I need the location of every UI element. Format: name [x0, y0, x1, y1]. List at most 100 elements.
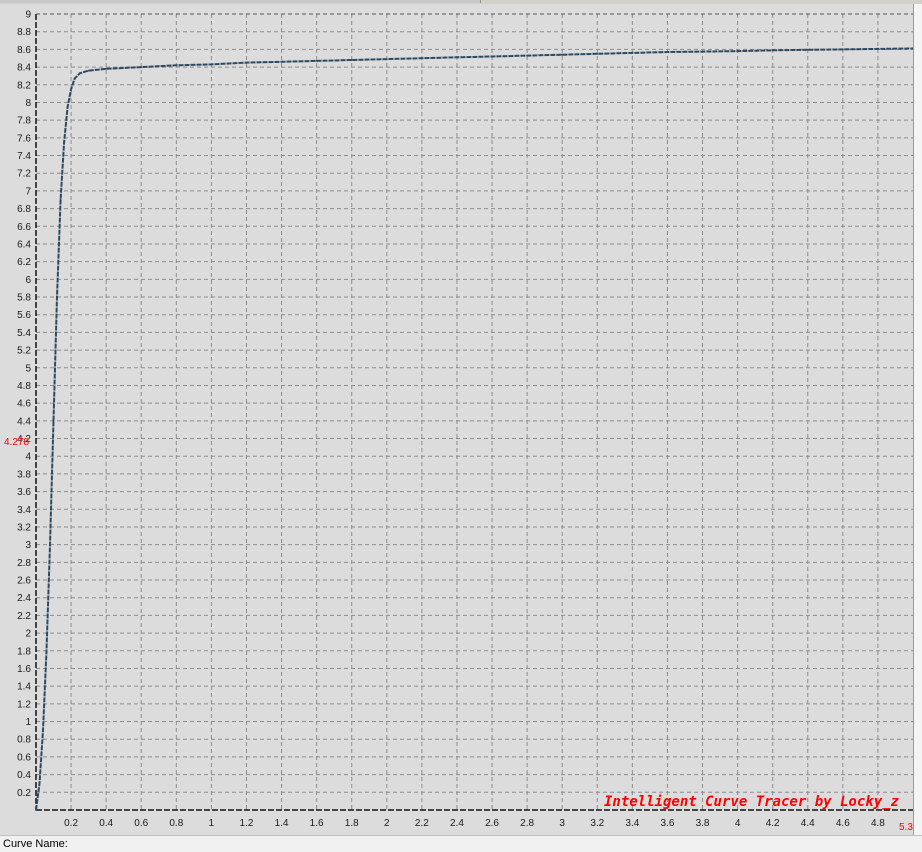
x-tick-label: 0.6 — [134, 818, 148, 829]
y-tick-label: 9 — [25, 10, 31, 21]
curve-point — [421, 57, 423, 60]
y-tick-label: 8 — [25, 98, 31, 109]
curve-point — [280, 60, 283, 63]
y-tick-label: 5.8 — [17, 293, 31, 304]
x-tick-label: 4.6 — [836, 818, 850, 829]
y-tick-label: 0.8 — [17, 735, 31, 746]
curve-point — [491, 55, 493, 58]
grid-lines — [36, 13, 913, 810]
y-tick-label: 4.6 — [17, 399, 31, 410]
y-tick-label: 5 — [25, 363, 31, 374]
x-tick-label: 3.2 — [590, 818, 604, 829]
curve-series — [35, 47, 914, 811]
y-tick-label: 6.8 — [17, 204, 31, 215]
x-tick-label: 2.2 — [415, 818, 429, 829]
x-tick-label: 4.8 — [871, 818, 885, 829]
x-tick-label: 2.6 — [485, 818, 499, 829]
y-tick-label: 6.6 — [17, 222, 31, 233]
y-tick-label: 8.6 — [17, 45, 31, 56]
curve-point — [63, 141, 65, 144]
y-tick-label: 4 — [25, 452, 31, 463]
y-tick-label: 3.2 — [17, 522, 31, 533]
x-tick-label: 1 — [209, 818, 215, 829]
curve-point — [701, 50, 704, 53]
chart-panel[interactable]: 0.2 0.4 0.6 0.8 1 1.2 1.4 1.6 1.8 2 2.2 2.4 2.6 2.8 3 3… — [0, 4, 922, 835]
curve-point — [35, 809, 37, 811]
curve-point — [56, 296, 58, 298]
y-tick-label: 5.4 — [17, 328, 31, 339]
status-bar: Curve Name: — [0, 835, 922, 852]
x-tick-label: 4.2 — [766, 818, 780, 829]
curve-point — [456, 56, 458, 59]
x-tick-label: 1.8 — [345, 818, 359, 829]
x-tick-label: 1.2 — [240, 818, 254, 829]
x-tick-label: 3.8 — [696, 818, 710, 829]
cursor-x-readout: 5.3 — [899, 822, 913, 833]
y-tick-label: 6.4 — [17, 239, 31, 250]
y-tick-label: 7 — [25, 186, 31, 197]
y-tick-label: 5.2 — [17, 346, 31, 357]
y-tick-label: 3 — [25, 540, 31, 551]
x-tick-label: 4.4 — [801, 818, 815, 829]
curve-point — [245, 61, 248, 64]
x-tick-label: 1.6 — [310, 818, 324, 829]
y-tick-label: 7.8 — [17, 116, 31, 127]
curve-point — [877, 48, 879, 50]
y-tick-label: 4.8 — [17, 381, 31, 392]
x-tick-label: 3 — [559, 818, 565, 829]
scrollbar-edge[interactable] — [913, 4, 922, 835]
curve-point — [771, 49, 774, 52]
x-tick-labels: 0.2 0.4 0.6 0.8 1 1.2 1.4 1.6 1.8 2 2.2 2.4 2.6 2.8 3 3… — [64, 818, 885, 829]
curve-point — [49, 543, 51, 546]
curve-point — [596, 52, 599, 55]
y-tick-label: 6.2 — [17, 257, 31, 268]
y-tick-label: 7.6 — [17, 133, 31, 144]
curve-point — [210, 63, 213, 66]
y-tick-label: 6 — [25, 275, 31, 286]
x-tick-label: 2 — [384, 818, 390, 829]
y-tick-label: 8.4 — [17, 63, 31, 74]
y-tick-label: 2 — [25, 629, 31, 640]
y-tick-label: 1.6 — [17, 664, 31, 675]
curve-point — [52, 419, 55, 422]
curve-point — [385, 58, 388, 60]
curve-point — [315, 60, 318, 62]
curve-point — [38, 782, 41, 785]
curve-point — [73, 77, 76, 80]
curve-point — [631, 52, 634, 54]
curve-point — [78, 72, 81, 75]
y-tick-label: 2.6 — [17, 576, 31, 587]
y-tick-label: 7.4 — [17, 151, 31, 162]
y-tick-label: 1 — [25, 717, 31, 728]
curve-point — [736, 50, 739, 52]
tab-strip-segment — [330, 0, 481, 3]
y-tick-label: 0.6 — [17, 752, 31, 763]
y-tick-label: 5.6 — [17, 310, 31, 321]
y-tick-label: 4.4 — [17, 416, 31, 427]
y-tick-label: 1.4 — [17, 682, 31, 693]
x-tick-label: 4 — [735, 818, 741, 829]
y-tick-label: 7.2 — [17, 169, 31, 180]
y-tick-label: 0.2 — [17, 788, 31, 799]
y-tick-label: 2.8 — [17, 558, 31, 569]
curve-point — [841, 48, 844, 51]
curve-point — [59, 198, 62, 201]
curve-point — [526, 54, 528, 57]
chart-plot[interactable]: 0.2 0.4 0.6 0.8 1 1.2 1.4 1.6 1.8 2 2.2 2.4 2.6 2.8 3 3… — [0, 4, 922, 835]
curve-line — [35, 47, 914, 811]
curve-point — [140, 66, 143, 68]
x-tick-label: 2.8 — [520, 818, 534, 829]
tab-strip-segment — [0, 0, 331, 3]
x-tick-label: 3.6 — [660, 818, 674, 829]
axes — [35, 13, 913, 811]
x-tick-label: 2.4 — [450, 818, 464, 829]
cursor-readouts: 4.278 5.3 — [4, 437, 913, 833]
curve-point — [105, 67, 108, 70]
y-tick-labels: 0.2 0.4 0.6 0.8 1 1.2 1.4 1.6 1.8 2 2.2 2.4 2.6 2.8 3 3… — [17, 10, 31, 799]
curve-point — [175, 64, 178, 67]
y-tick-label: 3.4 — [17, 505, 31, 516]
curve-point — [806, 48, 809, 51]
y-tick-label: 2.2 — [17, 611, 31, 622]
curve-point — [561, 53, 564, 56]
x-tick-label: 0.4 — [99, 818, 113, 829]
